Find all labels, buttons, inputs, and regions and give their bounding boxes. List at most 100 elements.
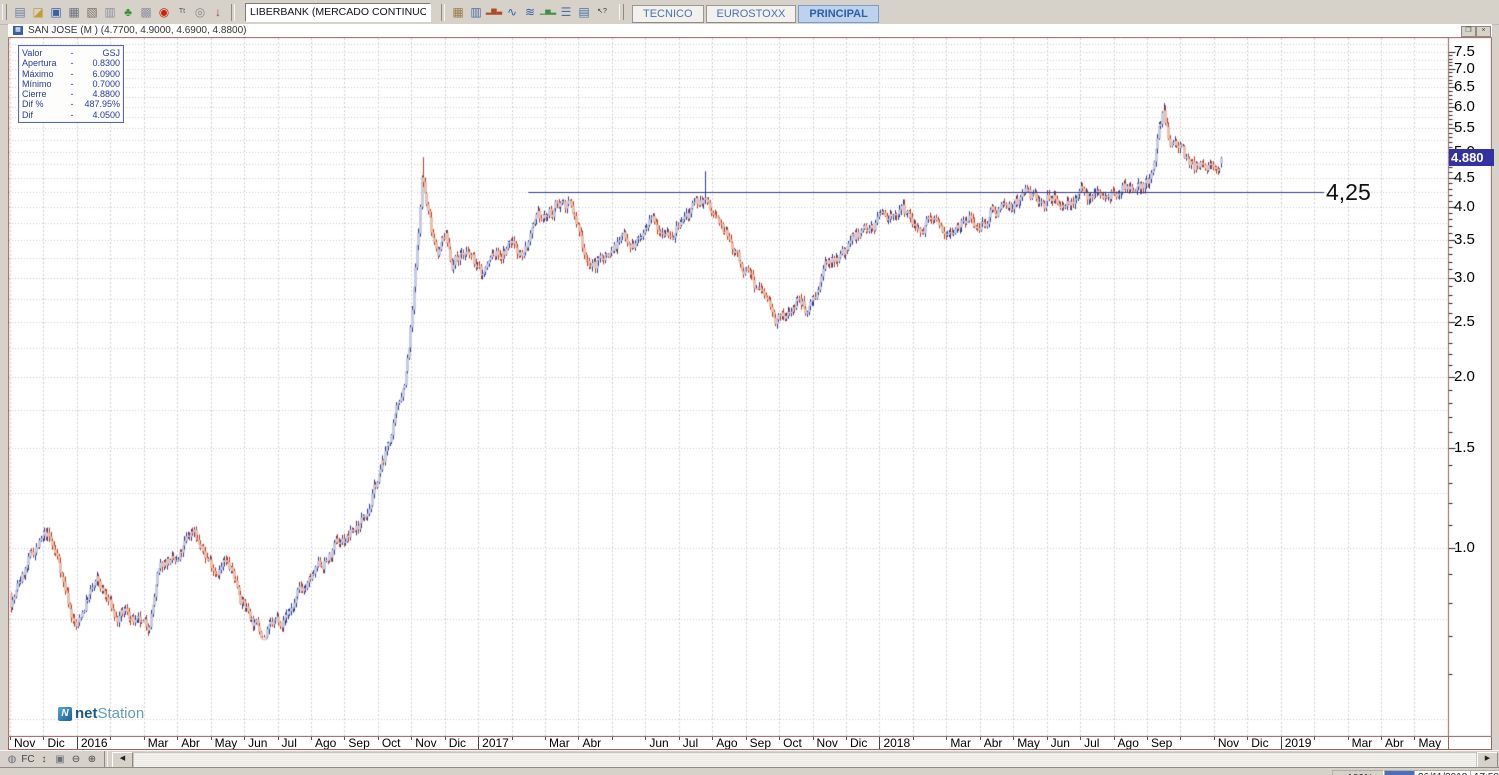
month-tick <box>1314 737 1315 740</box>
tree-view-icon[interactable]: ♣ <box>119 3 137 21</box>
month-label: Jun <box>248 737 267 750</box>
month-label: May <box>1017 737 1040 750</box>
month-tick <box>1247 737 1248 740</box>
month-label: Dic <box>1251 737 1268 750</box>
tab-eurostoxx[interactable]: EUROSTOXX <box>706 5 797 23</box>
periodicity-icon[interactable]: ▦ <box>449 3 467 21</box>
connection-status: ▦ 100% <box>1332 770 1384 775</box>
indicators-icon[interactable]: ◍ <box>4 752 20 767</box>
multi-line-chart-icon[interactable]: ≋ <box>521 3 539 21</box>
tooltip-row: Mínimo-0.7000 <box>22 79 120 89</box>
year-divider <box>879 737 880 750</box>
month-tick <box>411 737 412 740</box>
alarm-icon[interactable]: ◉ <box>155 3 173 21</box>
tooltip-row: Valor-GSJ <box>22 48 120 58</box>
trendline-price-label[interactable]: 4,25 <box>1326 179 1371 205</box>
context-help-icon[interactable]: ↖? <box>593 3 611 21</box>
zoom-page-icon[interactable]: ▣ <box>52 752 68 767</box>
month-tick <box>813 737 814 740</box>
axis-divider-line <box>1448 737 1449 750</box>
price-axis-label: 1.5 <box>1454 440 1475 456</box>
chart-window-icon: ▦ <box>13 26 23 35</box>
year-divider <box>1281 737 1282 750</box>
sphere-icon[interactable]: ◎ <box>191 3 209 21</box>
month-label: Nov <box>817 737 838 750</box>
month-label: Ago <box>315 737 336 750</box>
price-chart-canvas[interactable] <box>8 37 1492 737</box>
scroll-left-button[interactable]: ◀ <box>112 752 133 768</box>
notes-icon[interactable]: ▤ <box>575 3 593 21</box>
horizontal-scrollbar-track[interactable] <box>133 752 1477 768</box>
quotes-list-icon[interactable]: ☰ <box>557 3 575 21</box>
chart-tools-group: ◍FC↕▣⊖⊕ <box>4 752 100 767</box>
data-table-icon[interactable]: ▥ <box>467 3 485 21</box>
new-document-icon[interactable]: ▤ <box>11 3 29 21</box>
toolbar-grip[interactable] <box>2 4 7 20</box>
line-chart-icon[interactable]: ∿ <box>503 3 521 21</box>
month-tick <box>512 737 513 740</box>
month-tick <box>378 737 379 740</box>
symbol-input[interactable] <box>245 3 431 22</box>
month-label: Sep <box>348 737 369 750</box>
status-time: 17:58 <box>1470 770 1499 775</box>
month-label: Mar <box>148 737 169 750</box>
zoom-in-icon[interactable]: ⊕ <box>84 752 100 767</box>
month-label: May <box>1418 737 1441 750</box>
month-label: Abr <box>181 737 200 750</box>
tooltip-label: Dif <box>22 110 66 120</box>
tooltip-row: Apertura-0.8300 <box>22 58 120 68</box>
tab-tecnico[interactable]: TECNICO <box>632 5 704 23</box>
month-tick <box>311 737 312 740</box>
candlestick-chart-icon[interactable]: ▂▆▃ <box>485 3 503 21</box>
chart-toolbar-group: ▦▥▂▆▃∿≋▁▅▂☰▤↖? <box>449 3 611 21</box>
workspace-tabs: TECNICOEUROSTOXXPRINCIPAL <box>632 0 881 25</box>
month-label: Oct <box>783 737 802 750</box>
tooltip-value: 6.0900 <box>78 69 120 79</box>
fc-icon[interactable]: FC <box>20 752 36 767</box>
export-icon[interactable]: ↓ <box>209 3 227 21</box>
month-tick <box>1414 737 1415 740</box>
tooltip-separator: - <box>66 79 78 89</box>
save-icon[interactable]: ▣ <box>47 3 65 21</box>
copy-icon[interactable]: ▥ <box>101 3 119 21</box>
print-setup-icon[interactable]: ▧ <box>83 3 101 21</box>
status-bar: ▦ 100% 26/11/2018 17:58 <box>0 767 1499 775</box>
volume-chart-icon[interactable]: ▁▅▂ <box>539 3 557 21</box>
month-tick <box>679 737 680 740</box>
month-tick <box>10 737 11 740</box>
month-label: Abr <box>582 737 601 750</box>
month-label: Mar <box>950 737 971 750</box>
month-tick <box>946 737 947 740</box>
month-label: Jul <box>282 737 297 750</box>
zoom-out-icon[interactable]: ⊖ <box>68 752 84 767</box>
close-button[interactable]: × <box>1476 26 1491 37</box>
fit-scale-icon[interactable]: ↕ <box>36 752 52 767</box>
scroll-right-button[interactable]: ▶ <box>1477 752 1498 768</box>
month-label: Sep <box>1151 737 1172 750</box>
month-tick <box>578 737 579 740</box>
year-label: 2019 <box>1285 737 1312 750</box>
tooltip-label: Cierre <box>22 89 66 99</box>
toolbar-separator <box>231 4 235 21</box>
font-icon[interactable]: Tt <box>173 3 191 21</box>
month-label: Mar <box>1352 737 1373 750</box>
month-label: Jun <box>1051 737 1070 750</box>
print-icon[interactable]: ▦ <box>65 3 83 21</box>
month-tick <box>712 737 713 740</box>
toolbar-grip[interactable] <box>619 4 624 20</box>
tab-principal[interactable]: PRINCIPAL <box>798 5 878 23</box>
month-tick <box>445 737 446 740</box>
open-folder-icon[interactable]: ◪ <box>29 3 47 21</box>
restore-button[interactable]: ❐ <box>1461 26 1476 37</box>
tooltip-value: 4.0500 <box>78 110 120 120</box>
month-tick <box>1348 737 1349 740</box>
tooltip-separator: - <box>66 48 78 58</box>
price-axis-label: 5.5 <box>1454 120 1475 136</box>
price-axis-label: 3.0 <box>1454 270 1475 286</box>
layers-icon[interactable]: ▩ <box>137 3 155 21</box>
tooltip-value: 0.7000 <box>78 79 120 89</box>
month-tick <box>110 737 111 740</box>
tooltip-label: Dif % <box>22 99 66 109</box>
chart-bottom-toolbar: ◍FC↕▣⊖⊕ ◀ ▶ <box>0 750 1499 768</box>
month-tick <box>278 737 279 740</box>
